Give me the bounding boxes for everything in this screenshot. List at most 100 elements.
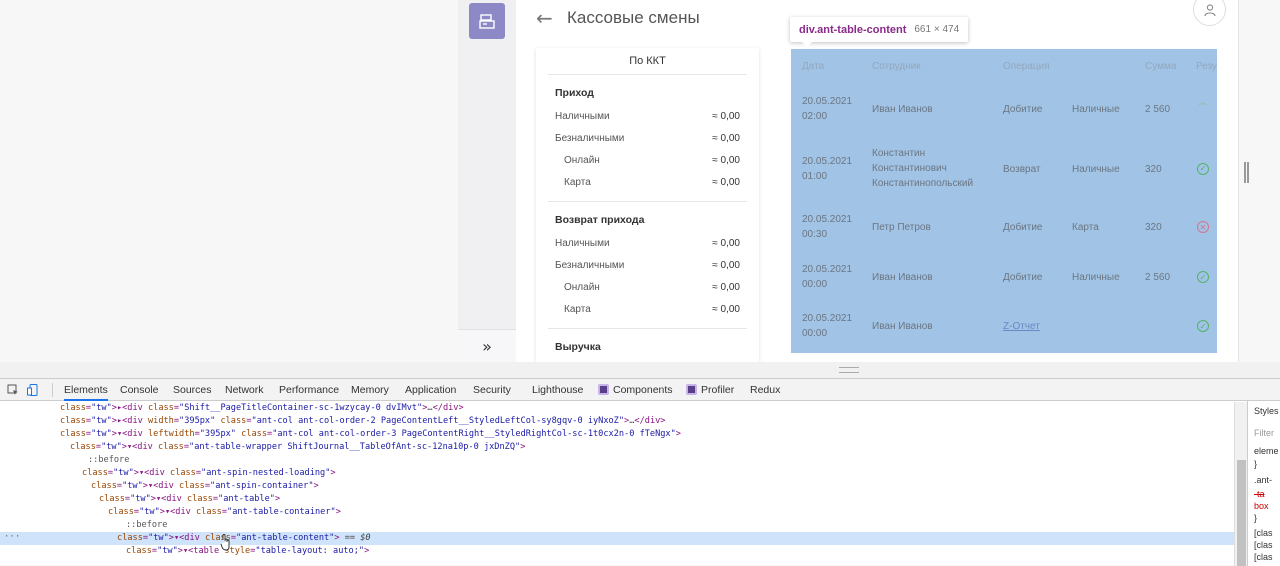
- devtools-tab-label: Memory: [351, 384, 389, 396]
- devtools-tab-label: Lighthouse: [532, 384, 584, 396]
- devtools-tab-memory[interactable]: Memory: [351, 379, 389, 401]
- kkt-section: Возврат прихода Наличными ≈ 0,00 Безналичны…: [548, 202, 747, 329]
- dom-node[interactable]: class="tw">▾<div class="ant-spin-nested-…: [0, 467, 1234, 480]
- kkt-line-value: ≈ 0,00: [712, 259, 740, 271]
- journal-table-highlight: Дата Сотрудник Операция Сумма Результ 20…: [791, 49, 1217, 353]
- z-report-link[interactable]: Z-Отчет: [1003, 319, 1040, 334]
- devtools-tab-label: Security: [473, 384, 511, 396]
- devtools-tab-sources[interactable]: Sources: [173, 379, 212, 401]
- kkt-line: Карта ≈ 0,00: [555, 171, 740, 193]
- kkt-line-label: Наличными: [555, 110, 610, 122]
- devtools-tab-elements[interactable]: Elements: [64, 379, 108, 401]
- cell-date: 20.05.2021: [802, 96, 853, 107]
- sidebar-collapse-button[interactable]: »: [458, 329, 516, 362]
- dom-node[interactable]: class="tw">▾<div class="ant-table-wrappe…: [0, 441, 1234, 454]
- dom-node-selected[interactable]: class="tw">▾<div class="ant-table-conten…: [0, 532, 1234, 545]
- styles-filter-input[interactable]: Filter: [1254, 428, 1274, 438]
- check-circle-icon: ✓: [1197, 162, 1209, 175]
- devtools-tab-console[interactable]: Console: [120, 379, 159, 401]
- devtools-tab-profiler[interactable]: Profiler: [686, 379, 734, 401]
- check-circle-icon: ✓: [1197, 271, 1209, 283]
- kkt-line-value: ≈ 0,00: [712, 154, 740, 166]
- cell-operation: Добитие: [1003, 104, 1043, 115]
- devtools-tab-label: Console: [120, 384, 159, 396]
- scrollbar-thumb[interactable]: [1237, 460, 1246, 566]
- style-rule-line: [clas: [1254, 552, 1273, 562]
- cell-employee: Константин: [872, 148, 926, 159]
- kkt-line-value: ≈ 0,00: [712, 132, 740, 144]
- devtools-tab-label: Components: [613, 384, 673, 396]
- kkt-line-label: Карта: [564, 176, 591, 188]
- devtools-tab-application[interactable]: Application: [405, 379, 456, 401]
- kkt-line-label: Карта: [564, 303, 591, 315]
- device-toolbar-icon[interactable]: [27, 384, 39, 396]
- cell-amount: 2 560: [1145, 104, 1171, 115]
- cell-date: 20.05.2021: [802, 214, 853, 225]
- cell-time: 00:00: [802, 328, 828, 339]
- cell-payment: Наличные: [1072, 104, 1120, 115]
- inspector-tooltip: div.ant-table-content 661 × 474: [790, 17, 969, 47]
- style-rule-line: eleme: [1254, 446, 1279, 456]
- inspect-element-icon[interactable]: [7, 384, 19, 396]
- kkt-summary-heading: По ККТ: [548, 48, 747, 75]
- tooltip-arrow: [802, 42, 812, 47]
- cell-payment: Наличные: [1072, 272, 1120, 283]
- kkt-line-label: Онлайн: [564, 281, 600, 293]
- cell-employee: Иван Иванов: [872, 103, 933, 115]
- toolbar-divider: [52, 383, 53, 397]
- devtools-tab-security[interactable]: Security: [473, 379, 511, 401]
- close-circle-icon: ✕: [1197, 221, 1209, 233]
- dom-node[interactable]: ::before: [0, 454, 1234, 467]
- styles-tab[interactable]: Styles: [1254, 406, 1279, 416]
- dom-node[interactable]: class="tw">▾<div class="ant-spin-contain…: [0, 480, 1234, 493]
- cell-payment: Наличные: [1072, 163, 1120, 175]
- style-rule-line: }: [1254, 513, 1258, 523]
- column-header-employee: Сотрудник: [872, 61, 921, 72]
- dom-node[interactable]: class="tw">▸<div width="395px" class="an…: [0, 415, 1234, 428]
- cell-employee: Иван Иванов: [872, 271, 933, 283]
- kkt-line-value: ≈ 0,00: [712, 176, 740, 188]
- sidebar-item-cash-shifts[interactable]: [469, 3, 505, 39]
- dom-node[interactable]: class="tw">▾<div class="ant-table">: [0, 493, 1234, 506]
- styles-pane[interactable]: Styles Filter eleme} .ant- -ta box} [clas [clas…: [1247, 401, 1280, 566]
- column-header-date: Дата: [802, 61, 825, 72]
- kkt-line-value: ≈ 0,00: [712, 237, 740, 249]
- kkt-line: Наличными ≈ 0,00: [555, 105, 740, 127]
- kkt-line-label: Безналичными: [555, 132, 625, 144]
- dom-node[interactable]: class="tw">▾<div class="ant-table-contai…: [0, 506, 1234, 519]
- cell-employee: Петр Петров: [872, 221, 931, 233]
- devtools-tab-label: Network: [225, 384, 264, 396]
- devtools-tab-network[interactable]: Network: [225, 379, 264, 401]
- loading-spinner-icon: [1197, 103, 1209, 115]
- kkt-line-value: ≈ 0,00: [712, 281, 740, 293]
- kkt-line: Безналичными ≈ 0,00: [555, 127, 740, 149]
- cell-date: 20.05.2021: [802, 313, 853, 324]
- devtools-tab-label: Redux: [750, 384, 781, 396]
- cell-time: 01:00: [802, 170, 828, 182]
- devtools-tab-label: Elements: [64, 384, 108, 396]
- dom-node[interactable]: ::before: [0, 519, 1234, 532]
- devtools-splitter[interactable]: [0, 362, 1280, 378]
- devtools-tab-components[interactable]: Components: [598, 379, 673, 401]
- sidebar: »: [458, 0, 516, 362]
- dom-tree-scrollbar[interactable]: [1234, 402, 1247, 566]
- cash-register-icon: [479, 14, 495, 29]
- dom-tree[interactable]: class="tw">▸<div class="Shift__PageTitle…: [0, 402, 1234, 566]
- dom-node[interactable]: class="tw">▾<div leftwidth="395px" class…: [0, 428, 1234, 441]
- back-arrow-icon[interactable]: ←: [536, 6, 553, 30]
- kkt-section-title: Приход: [555, 87, 594, 99]
- cell-time: 00:30: [802, 229, 828, 240]
- page-scrollbar-grip[interactable]: [1244, 162, 1246, 183]
- kkt-line-value: ≈ 0,00: [712, 110, 740, 122]
- react-devtools-icon: [598, 384, 609, 395]
- kkt-line-label: Наличными: [555, 237, 610, 249]
- dom-node[interactable]: class="tw">▸<div class="Shift__PageTitle…: [0, 402, 1234, 415]
- more-options-icon[interactable]: ···: [4, 532, 20, 542]
- devtools-tab-lighthouse[interactable]: Lighthouse: [532, 379, 583, 401]
- devtools-tab-performance[interactable]: Performance: [279, 379, 339, 401]
- cell-date: 20.05.2021: [802, 155, 853, 167]
- user-icon: [1203, 3, 1216, 16]
- devtools-tab-redux[interactable]: Redux: [750, 379, 780, 401]
- dom-node[interactable]: class="tw">▾<table style="table-layout: …: [0, 545, 1234, 558]
- style-rule-line: [clas: [1254, 528, 1273, 538]
